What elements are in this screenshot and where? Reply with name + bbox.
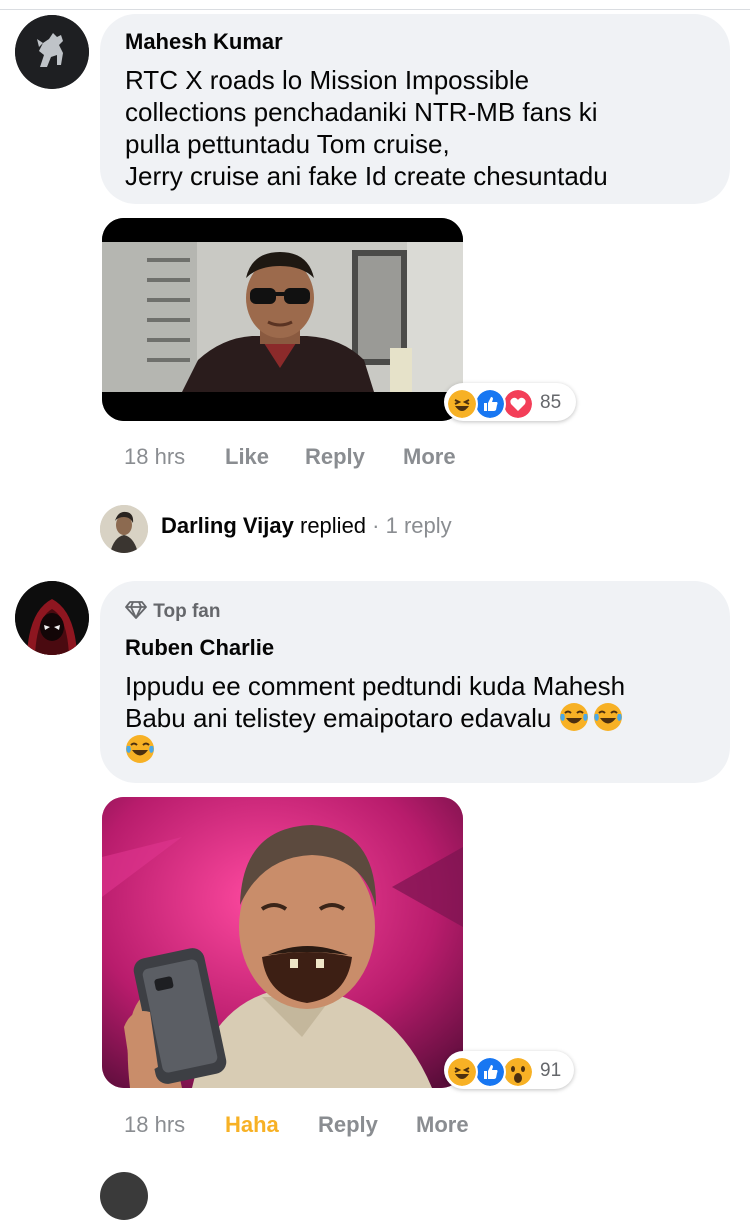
comment-actions: 18 hrs Like Reply More <box>124 444 524 472</box>
tears-of-joy-emoji-icon <box>126 735 154 763</box>
diamond-icon <box>125 601 147 619</box>
reaction-summary[interactable]: 91 <box>444 1051 574 1089</box>
like-icon <box>474 388 506 420</box>
avatar-ruben-charlie[interactable] <box>15 581 89 655</box>
comment-timestamp[interactable]: 18 hrs <box>124 1112 185 1138</box>
reply-button[interactable]: Reply <box>305 444 365 470</box>
top-fan-badge[interactable]: Top fan <box>124 600 220 623</box>
reaction-summary[interactable]: 85 <box>444 383 576 421</box>
comment-text-line <box>125 734 625 766</box>
top-fan-label: Top fan <box>153 601 221 622</box>
like-button[interactable]: Like <box>225 444 269 470</box>
top-divider <box>0 0 750 10</box>
comment-text-line: Jerry cruise ani fake Id create chesunta… <box>125 161 608 191</box>
profile-photo-image <box>100 505 148 553</box>
comment-text-line: RTC X roads lo Mission Impossible <box>125 65 530 95</box>
haha-icon <box>446 1056 478 1088</box>
avatar-next-comment[interactable] <box>100 1172 148 1220</box>
more-button[interactable]: More <box>403 444 456 470</box>
reply-button[interactable]: Reply <box>318 1112 378 1138</box>
more-button[interactable]: More <box>416 1112 469 1138</box>
comment-timestamp[interactable]: 18 hrs <box>124 444 185 470</box>
comment-image[interactable] <box>102 218 463 421</box>
haha-icon <box>446 388 478 420</box>
comment-author[interactable]: Ruben Charlie <box>125 635 274 661</box>
like-icon <box>474 1056 506 1088</box>
comment-text: RTC X roads lo Mission Impossible collec… <box>125 64 608 192</box>
wow-icon <box>502 1056 534 1088</box>
love-icon <box>502 388 534 420</box>
tears-of-joy-emoji-icon <box>559 703 588 731</box>
comment-text-line: pulla pettuntadu Tom cruise, <box>125 129 450 159</box>
tears-of-joy-emoji-icon <box>593 703 622 731</box>
horse-logo-icon <box>15 15 89 89</box>
haha-reaction-button[interactable]: Haha <box>225 1112 279 1138</box>
reply-separator: · <box>372 513 380 538</box>
hooded-figure-image <box>15 581 89 655</box>
comment-image[interactable] <box>102 797 463 1088</box>
comment-actions: 18 hrs Haha Reply More <box>124 1112 524 1140</box>
avatar-darling-vijay[interactable] <box>100 505 148 553</box>
comment-author[interactable]: Mahesh Kumar <box>125 29 283 55</box>
meme-photo-image <box>102 218 463 421</box>
comment-text-line: Ippudu ee comment pedtundi kuda Mahesh <box>125 671 626 701</box>
comment-text-line: collections penchadaniki NTR-MB fans ki <box>125 97 598 127</box>
meme-photo-image <box>102 797 463 1088</box>
comment-text-line: Babu ani telistey emaipotaro edavalu <box>125 702 625 734</box>
comment-text: Ippudu ee comment pedtundi kuda Mahesh B… <box>125 670 625 766</box>
reaction-count: 85 <box>540 392 562 413</box>
reply-action: replied <box>300 513 367 538</box>
reaction-count: 91 <box>540 1060 562 1081</box>
view-replies-link[interactable]: Darling Vijay replied · 1 reply <box>161 513 452 539</box>
avatar-mahesh-kumar[interactable] <box>15 15 89 89</box>
reply-author: Darling Vijay <box>161 513 294 538</box>
reply-count: 1 reply <box>385 513 452 538</box>
